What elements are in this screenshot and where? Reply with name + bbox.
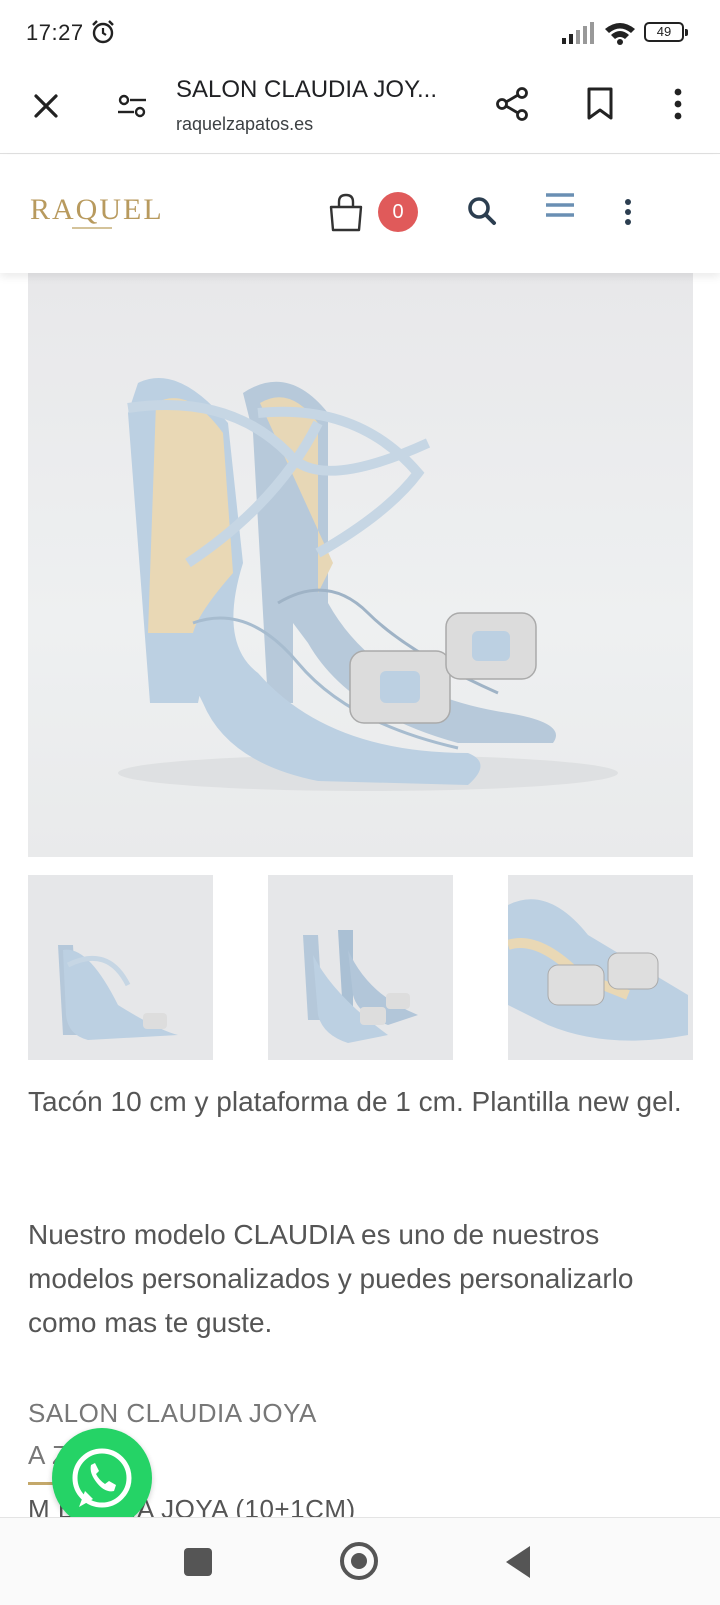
recents-button[interactable] — [184, 1548, 212, 1576]
status-bar: 17:27 49 — [0, 0, 720, 62]
back-button[interactable] — [506, 1546, 530, 1578]
whatsapp-chat-button[interactable] — [52, 1428, 152, 1528]
browser-toolbar: SALON CLAUDIA JOY... raquelzapatos.es — [0, 62, 720, 154]
close-tab-button[interactable] — [24, 84, 68, 128]
logo-underline — [72, 227, 112, 229]
close-icon — [34, 94, 58, 118]
page-url: raquelzapatos.es — [176, 114, 314, 134]
page-title: SALON CLAUDIA JOY... — [176, 76, 437, 103]
product-thumbnail-2[interactable] — [268, 875, 453, 1060]
battery-indicator: 49 — [644, 22, 688, 42]
site-header: RAQUEL 0 — [0, 155, 720, 273]
more-vert-icon — [674, 88, 682, 120]
whatsapp-icon — [72, 1448, 132, 1508]
site-logo[interactable]: RAQUEL — [30, 193, 164, 227]
wifi-icon — [605, 23, 635, 45]
thumbnail-shoe-front — [303, 930, 418, 1043]
signal-icon — [562, 22, 594, 44]
hamburger-menu-icon[interactable] — [544, 191, 576, 221]
alarm-icon — [92, 20, 114, 44]
product-description-specs: Tacón 10 cm y plataforma de 1 cm. Planti… — [28, 1086, 682, 1117]
share-button[interactable] — [490, 82, 534, 126]
home-button[interactable] — [340, 1542, 378, 1580]
cart-icon[interactable] — [328, 193, 364, 233]
share-icon — [496, 87, 528, 121]
product-description-custom: Nuestro modelo CLAUDIA es uno de nuestro… — [28, 1219, 634, 1338]
browser-menu-button[interactable] — [656, 82, 700, 126]
thumbnail-shoe-closeup — [508, 899, 688, 1041]
tune-icon — [118, 94, 146, 118]
site-more-icon[interactable] — [618, 197, 638, 227]
thumbnail-shoe-side — [58, 945, 178, 1040]
search-icon[interactable] — [466, 195, 498, 227]
product-thumbnail-3[interactable] — [508, 875, 693, 1060]
bookmark-icon — [587, 87, 613, 120]
bookmark-button[interactable] — [578, 82, 622, 126]
shoe-illustration — [118, 378, 618, 791]
product-name-line: SALON CLAUDIA JOYA — [28, 1398, 317, 1428]
product-main-image[interactable] — [28, 273, 693, 857]
status-time: 17:27 — [26, 20, 84, 45]
site-settings-button[interactable] — [110, 84, 154, 128]
android-nav-bar — [0, 1517, 720, 1605]
product-thumbnail-1[interactable] — [28, 875, 213, 1060]
cart-count-badge[interactable]: 0 — [378, 192, 418, 232]
